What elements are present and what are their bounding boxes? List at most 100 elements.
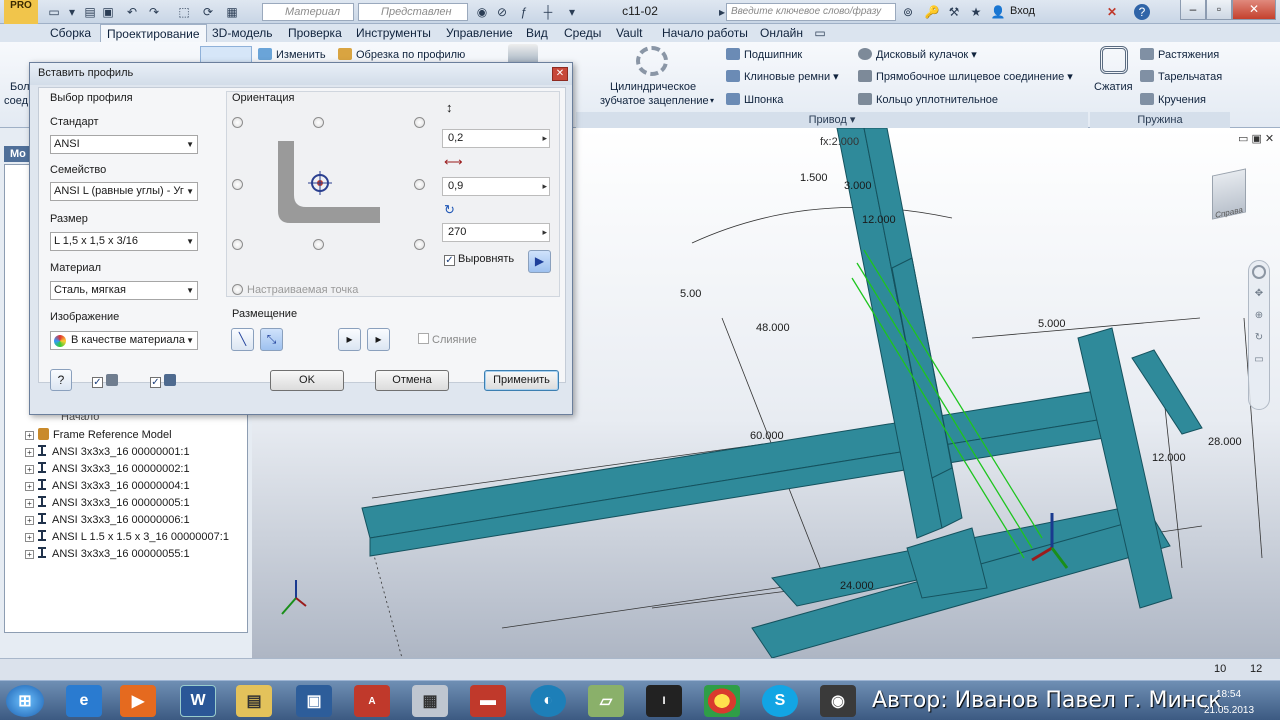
clear-icon[interactable]: ⊘ (494, 4, 510, 20)
dim-24000[interactable]: 24.000 (840, 580, 874, 592)
drive-group-label[interactable]: Привод ▾ (576, 112, 1088, 128)
start-button[interactable]: ⊞ (6, 685, 44, 717)
dialog-close-button[interactable]: ✕ (552, 67, 568, 81)
expand-icon[interactable]: + (25, 550, 34, 559)
spring-group-label[interactable]: Пружина (1090, 112, 1230, 128)
select-points-button[interactable]: ▸ (367, 328, 390, 351)
tree-item-beam-6[interactable]: + ANSI 3x3x3_16 00000006:1 (5, 512, 249, 529)
dim-3000[interactable]: 3.000 (844, 180, 872, 192)
bolt-connection-partial[interactable]: Бол (10, 80, 30, 94)
o-ring-button[interactable]: Кольцо уплотнительное (858, 93, 998, 107)
help-button[interactable]: ? (50, 369, 72, 391)
appearance-combo[interactable]: Представлен (358, 3, 468, 21)
custom-point-option[interactable]: Настраиваемая точка (232, 283, 358, 297)
tab-inspect[interactable]: Проверка (282, 24, 348, 42)
expand-icon[interactable]: + (25, 465, 34, 474)
media-player-icon[interactable]: ▶ (120, 685, 156, 717)
save-icon[interactable]: ▣ (100, 4, 116, 20)
pan-icon[interactable]: ✥ (1249, 283, 1269, 305)
cancel-button[interactable]: Отмена (375, 370, 449, 391)
skype-icon[interactable]: S (762, 685, 798, 717)
anchor-top-right-radio[interactable] (414, 117, 425, 128)
user-icon[interactable]: 👤 (990, 4, 1006, 20)
dim-12000[interactable]: 12.000 (1152, 452, 1186, 464)
family-select[interactable]: ANSI L (равные углы) - Угс ▼ (50, 182, 198, 201)
rotation-input[interactable]: 270 ▸ (442, 223, 550, 242)
orbit-icon[interactable]: ↻ (1249, 327, 1269, 349)
size-select[interactable]: L 1,5 x 1,5 x 3/16 ▼ (50, 232, 198, 251)
anchor-middle-right-radio[interactable] (414, 179, 425, 190)
key-button[interactable]: Шпонка (726, 93, 783, 107)
globe-icon[interactable]: ◐ (530, 685, 566, 717)
bearing-button[interactable]: Подшипник (726, 48, 802, 62)
exchange-icon[interactable]: ✕ (1104, 4, 1120, 20)
chevron-right-icon[interactable]: ▸ (542, 178, 547, 195)
help-icon[interactable]: ? (1134, 4, 1150, 20)
tree-item-beam-5[interactable]: + ANSI 3x3x3_16 00000005:1 (5, 495, 249, 512)
clock-time[interactable]: 18:54 (1216, 689, 1241, 700)
pdf-icon[interactable]: ▬ (470, 685, 506, 717)
tab-vault[interactable]: Vault (610, 24, 648, 42)
dim-fx[interactable]: fx:2.000 (820, 136, 859, 148)
anchor-top-center-radio[interactable] (313, 117, 324, 128)
camera-app-icon[interactable]: ◉ (820, 685, 856, 717)
navigation-bar[interactable]: ✥ ⊕ ↻ ▭ (1248, 260, 1270, 410)
tree-item-beam-2[interactable]: + ANSI 3x3x3_16 00000002:1 (5, 461, 249, 478)
option-checkbox-2[interactable]: ✓ (150, 374, 180, 388)
tree-item-beam-55[interactable]: + ANSI 3x3x3_16 00000055:1 (5, 546, 249, 563)
compression-spring-icon[interactable] (1100, 46, 1128, 74)
expand-icon[interactable]: + (25, 533, 34, 542)
align-checkbox[interactable]: ✓ Выровнять (444, 252, 514, 266)
clock-date[interactable]: 21.05.2013 (1204, 705, 1254, 716)
expand-icon[interactable]: + (25, 499, 34, 508)
spur-gear-label-1[interactable]: Цилиндрическое (610, 80, 696, 94)
adjust-icon[interactable]: ◉ (474, 4, 490, 20)
subscription-icon[interactable]: 🔑 (924, 4, 940, 20)
tab-environments[interactable]: Среды (558, 24, 607, 42)
steering-wheel-icon[interactable] (1252, 265, 1266, 279)
update-icon[interactable]: ⟳ (200, 4, 216, 20)
extension-spring-button[interactable]: Растяжения (1140, 48, 1219, 62)
fx-icon[interactable]: ƒ (516, 4, 532, 20)
anchor-top-left-radio[interactable] (232, 117, 243, 128)
maximize-button[interactable]: ▫ (1206, 0, 1232, 20)
expand-icon[interactable]: + (25, 448, 34, 457)
tab-tools[interactable]: Инструменты (350, 24, 437, 42)
properties-icon[interactable]: ▦ (224, 4, 240, 20)
disc-cam-button[interactable]: Дисковый кулачок ▾ (858, 48, 977, 62)
viewcube[interactable]: Справа (1212, 168, 1246, 220)
calculator-icon[interactable]: ▦ (412, 685, 448, 717)
open-icon[interactable]: ▤ (82, 4, 98, 20)
spur-gear-icon[interactable] (636, 46, 668, 76)
tab-online[interactable]: Онлайн (754, 24, 809, 42)
vertical-offset-input[interactable]: 0,2 ▸ (442, 129, 550, 148)
spline-button[interactable]: Прямобочное шлицевое соединение ▾ (858, 70, 1073, 84)
align-select-button[interactable]: ▶ (528, 250, 551, 273)
chevron-right-icon[interactable]: ▸ (542, 224, 547, 241)
appearance-select[interactable]: В качестве материала ▼ (50, 331, 198, 350)
material-select[interactable]: Сталь, мягкая ▼ (50, 281, 198, 300)
communication-icon[interactable]: ⚒ (946, 4, 962, 20)
close-button[interactable]: ✕ (1232, 0, 1276, 20)
anchor-bottom-left-radio[interactable] (232, 239, 243, 250)
trim-to-profile-button[interactable]: Обрезка по профилю (338, 48, 465, 62)
tab-manage[interactable]: Управление (440, 24, 519, 42)
standard-select[interactable]: ANSI ▼ (50, 135, 198, 154)
save-app-icon[interactable]: ▣ (296, 685, 332, 717)
tab-design[interactable]: Проектирование (100, 24, 207, 42)
apply-button[interactable]: Применить (484, 370, 559, 391)
expand-icon[interactable]: + (25, 482, 34, 491)
undo-icon[interactable]: ↶ (124, 4, 140, 20)
viewport-window-controls[interactable]: ▭ ▣ ✕ (1238, 132, 1274, 145)
placement-points-button[interactable]: ⤡ (260, 328, 283, 351)
option-checkbox-1[interactable]: ✓ (92, 374, 122, 388)
sign-in-link[interactable]: Вход (1010, 5, 1035, 17)
dim-48000[interactable]: 48.000 (756, 322, 790, 334)
v-belts-button[interactable]: Клиновые ремни ▾ (726, 70, 839, 84)
compression-spring-label[interactable]: Сжатия (1094, 80, 1133, 94)
tab-3d-model[interactable]: 3D-модель (206, 24, 279, 42)
custom-point-radio[interactable] (232, 284, 243, 295)
dim-5000[interactable]: 5.000 (1038, 318, 1066, 330)
dim-28000[interactable]: 28.000 (1208, 436, 1242, 448)
tree-item-beam-1[interactable]: + ANSI 3x3x3_16 00000001:1 (5, 444, 249, 461)
